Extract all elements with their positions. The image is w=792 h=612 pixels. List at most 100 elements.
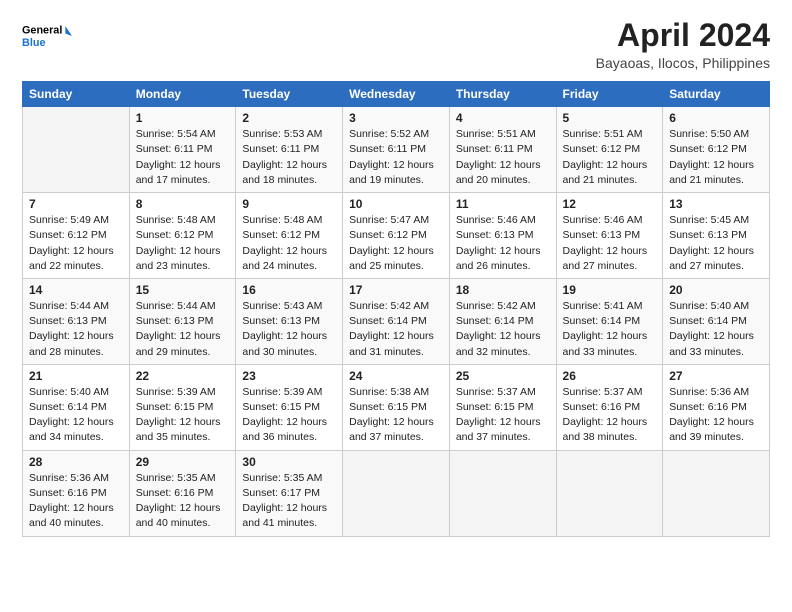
calendar-header-row: SundayMondayTuesdayWednesdayThursdayFrid… bbox=[23, 82, 770, 107]
week-row-1: 1 Sunrise: 5:54 AMSunset: 6:11 PMDaylight… bbox=[23, 107, 770, 193]
week-row-5: 28 Sunrise: 5:36 AMSunset: 6:16 PMDayligh… bbox=[23, 450, 770, 536]
header-sunday: Sunday bbox=[23, 82, 130, 107]
day-info: Sunrise: 5:39 AMSunset: 6:15 PMDaylight:… bbox=[136, 385, 230, 446]
calendar-cell: 2Sunrise: 5:53 AMSunset: 6:11 PMDaylight… bbox=[236, 107, 343, 193]
day-info: Sunrise: 5:38 AMSunset: 6:15 PMDaylight:… bbox=[349, 385, 443, 446]
day-number: 11 bbox=[456, 197, 550, 211]
logo: General Blue bbox=[22, 18, 72, 54]
day-number: 8 bbox=[136, 197, 230, 211]
day-info: Sunrise: 5:40 AMSunset: 6:14 PMDaylight:… bbox=[669, 299, 763, 360]
calendar-cell: 30Sunrise: 5:35 AMSunset: 6:17 PMDayligh… bbox=[236, 450, 343, 536]
day-number: 5 bbox=[563, 111, 657, 125]
day-number: 27 bbox=[669, 369, 763, 383]
day-info: Sunrise: 5:42 AMSunset: 6:14 PMDaylight:… bbox=[349, 299, 443, 360]
sub-title: Bayaoas, Ilocos, Philippines bbox=[596, 55, 770, 71]
header-saturday: Saturday bbox=[663, 82, 770, 107]
day-info: Sunrise: 5:54 AMSunset: 6:11 PMDaylight:… bbox=[136, 127, 230, 188]
day-number: 14 bbox=[29, 283, 123, 297]
calendar-cell: 6 Sunrise: 5:50 AMSunset: 6:12 PMDaylight… bbox=[663, 107, 770, 193]
day-number: 24 bbox=[349, 369, 443, 383]
day-info: Sunrise: 5:44 AMSunset: 6:13 PMDaylight:… bbox=[136, 299, 230, 360]
calendar-cell: 27Sunrise: 5:36 AMSunset: 6:16 PMDayligh… bbox=[663, 364, 770, 450]
calendar-cell: 9 Sunrise: 5:48 AMSunset: 6:12 PMDaylight… bbox=[236, 193, 343, 279]
calendar-cell: 29 Sunrise: 5:35 AMSunset: 6:16 PMDayligh… bbox=[129, 450, 236, 536]
calendar-cell: 5 Sunrise: 5:51 AMSunset: 6:12 PMDaylight… bbox=[556, 107, 663, 193]
calendar-cell: 3Sunrise: 5:52 AMSunset: 6:11 PMDaylight… bbox=[343, 107, 450, 193]
day-info: Sunrise: 5:51 AMSunset: 6:12 PMDaylight:… bbox=[563, 127, 657, 188]
calendar-cell: 12 Sunrise: 5:46 AMSunset: 6:13 PMDayligh… bbox=[556, 193, 663, 279]
calendar-cell: 10Sunrise: 5:47 AMSunset: 6:12 PMDayligh… bbox=[343, 193, 450, 279]
day-number: 19 bbox=[563, 283, 657, 297]
svg-text:Blue: Blue bbox=[22, 37, 45, 49]
day-number: 15 bbox=[136, 283, 230, 297]
day-number: 7 bbox=[29, 197, 123, 211]
calendar-cell: 25 Sunrise: 5:37 AMSunset: 6:15 PMDayligh… bbox=[449, 364, 556, 450]
day-info: Sunrise: 5:35 AMSunset: 6:16 PMDaylight:… bbox=[136, 471, 230, 532]
calendar-cell bbox=[663, 450, 770, 536]
day-number: 21 bbox=[29, 369, 123, 383]
calendar-cell: 28 Sunrise: 5:36 AMSunset: 6:16 PMDayligh… bbox=[23, 450, 130, 536]
day-info: Sunrise: 5:46 AMSunset: 6:13 PMDaylight:… bbox=[563, 213, 657, 274]
calendar-cell: 7 Sunrise: 5:49 AMSunset: 6:12 PMDaylight… bbox=[23, 193, 130, 279]
day-info: Sunrise: 5:50 AMSunset: 6:12 PMDaylight:… bbox=[669, 127, 763, 188]
day-number: 18 bbox=[456, 283, 550, 297]
calendar-cell: 1 Sunrise: 5:54 AMSunset: 6:11 PMDaylight… bbox=[129, 107, 236, 193]
day-number: 28 bbox=[29, 455, 123, 469]
week-row-4: 21 Sunrise: 5:40 AMSunset: 6:14 PMDayligh… bbox=[23, 364, 770, 450]
day-number: 17 bbox=[349, 283, 443, 297]
calendar-cell: 17 Sunrise: 5:42 AMSunset: 6:14 PMDayligh… bbox=[343, 278, 450, 364]
day-number: 6 bbox=[669, 111, 763, 125]
calendar-cell bbox=[23, 107, 130, 193]
day-number: 16 bbox=[242, 283, 336, 297]
day-number: 22 bbox=[136, 369, 230, 383]
calendar-cell: 20 Sunrise: 5:40 AMSunset: 6:14 PMDayligh… bbox=[663, 278, 770, 364]
svg-text:General: General bbox=[22, 25, 62, 37]
day-number: 1 bbox=[136, 111, 230, 125]
day-number: 9 bbox=[242, 197, 336, 211]
day-info: Sunrise: 5:37 AMSunset: 6:15 PMDaylight:… bbox=[456, 385, 550, 446]
header-monday: Monday bbox=[129, 82, 236, 107]
day-info: Sunrise: 5:48 AMSunset: 6:12 PMDaylight:… bbox=[242, 213, 336, 274]
day-info: Sunrise: 5:37 AMSunset: 6:16 PMDaylight:… bbox=[563, 385, 657, 446]
day-info: Sunrise: 5:45 AMSunset: 6:13 PMDaylight:… bbox=[669, 213, 763, 274]
calendar-cell: 26Sunrise: 5:37 AMSunset: 6:16 PMDayligh… bbox=[556, 364, 663, 450]
calendar-cell: 4 Sunrise: 5:51 AMSunset: 6:11 PMDaylight… bbox=[449, 107, 556, 193]
header-thursday: Thursday bbox=[449, 82, 556, 107]
day-info: Sunrise: 5:44 AMSunset: 6:13 PMDaylight:… bbox=[29, 299, 123, 360]
day-info: Sunrise: 5:39 AMSunset: 6:15 PMDaylight:… bbox=[242, 385, 336, 446]
week-row-3: 14 Sunrise: 5:44 AMSunset: 6:13 PMDayligh… bbox=[23, 278, 770, 364]
day-number: 20 bbox=[669, 283, 763, 297]
header-friday: Friday bbox=[556, 82, 663, 107]
calendar-cell bbox=[343, 450, 450, 536]
day-number: 23 bbox=[242, 369, 336, 383]
day-number: 25 bbox=[456, 369, 550, 383]
day-number: 4 bbox=[456, 111, 550, 125]
day-info: Sunrise: 5:46 AMSunset: 6:13 PMDaylight:… bbox=[456, 213, 550, 274]
day-info: Sunrise: 5:36 AMSunset: 6:16 PMDaylight:… bbox=[29, 471, 123, 532]
day-info: Sunrise: 5:49 AMSunset: 6:12 PMDaylight:… bbox=[29, 213, 123, 274]
calendar-cell: 11 Sunrise: 5:46 AMSunset: 6:13 PMDayligh… bbox=[449, 193, 556, 279]
calendar-cell: 13Sunrise: 5:45 AMSunset: 6:13 PMDayligh… bbox=[663, 193, 770, 279]
calendar-table: SundayMondayTuesdayWednesdayThursdayFrid… bbox=[22, 81, 770, 536]
week-row-2: 7 Sunrise: 5:49 AMSunset: 6:12 PMDaylight… bbox=[23, 193, 770, 279]
calendar-cell: 21 Sunrise: 5:40 AMSunset: 6:14 PMDayligh… bbox=[23, 364, 130, 450]
calendar-cell: 24 Sunrise: 5:38 AMSunset: 6:15 PMDayligh… bbox=[343, 364, 450, 450]
logo-svg: General Blue bbox=[22, 18, 72, 54]
day-number: 30 bbox=[242, 455, 336, 469]
calendar-cell bbox=[449, 450, 556, 536]
day-info: Sunrise: 5:43 AMSunset: 6:13 PMDaylight:… bbox=[242, 299, 336, 360]
day-info: Sunrise: 5:51 AMSunset: 6:11 PMDaylight:… bbox=[456, 127, 550, 188]
header-tuesday: Tuesday bbox=[236, 82, 343, 107]
header: General Blue April 2024 Bayaoas, Ilocos,… bbox=[22, 18, 770, 71]
day-info: Sunrise: 5:47 AMSunset: 6:12 PMDaylight:… bbox=[349, 213, 443, 274]
day-info: Sunrise: 5:40 AMSunset: 6:14 PMDaylight:… bbox=[29, 385, 123, 446]
day-number: 12 bbox=[563, 197, 657, 211]
day-number: 2 bbox=[242, 111, 336, 125]
calendar-cell: 23 Sunrise: 5:39 AMSunset: 6:15 PMDayligh… bbox=[236, 364, 343, 450]
calendar-cell bbox=[556, 450, 663, 536]
calendar-cell: 16 Sunrise: 5:43 AMSunset: 6:13 PMDayligh… bbox=[236, 278, 343, 364]
day-number: 29 bbox=[136, 455, 230, 469]
calendar-cell: 19 Sunrise: 5:41 AMSunset: 6:14 PMDayligh… bbox=[556, 278, 663, 364]
day-number: 3 bbox=[349, 111, 443, 125]
day-info: Sunrise: 5:41 AMSunset: 6:14 PMDaylight:… bbox=[563, 299, 657, 360]
